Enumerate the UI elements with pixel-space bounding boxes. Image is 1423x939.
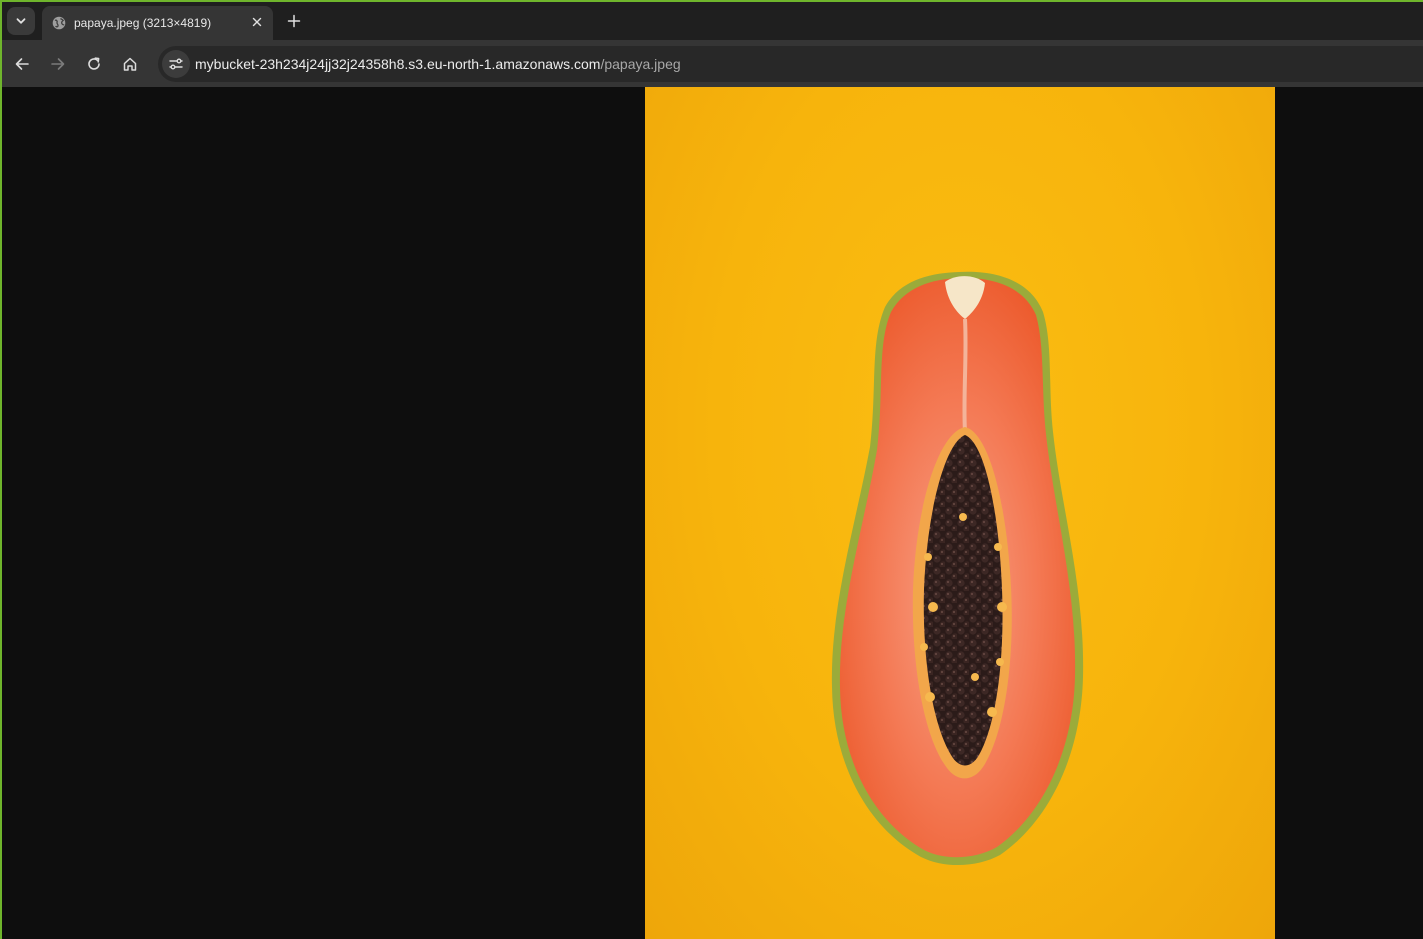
papaya-image bbox=[645, 87, 1275, 939]
forward-button[interactable] bbox=[46, 52, 70, 76]
papaya-fiber bbox=[962, 318, 968, 433]
tab-active[interactable]: papaya.jpeg (3213×4819) bbox=[42, 6, 273, 40]
tab-strip: papaya.jpeg (3213×4819) bbox=[2, 2, 1423, 40]
chevron-down-icon bbox=[16, 18, 26, 24]
url-text: mybucket-23h234j24jj32j24358h8.s3.eu-nor… bbox=[195, 56, 681, 72]
home-button[interactable] bbox=[118, 52, 142, 76]
toolbar: mybucket-23h234j24jj32j24358h8.s3.eu-nor… bbox=[2, 40, 1423, 88]
globe-icon bbox=[52, 16, 66, 30]
tune-icon bbox=[169, 58, 183, 70]
tab-title: papaya.jpeg (3213×4819) bbox=[74, 16, 212, 30]
url-path: /papaya.jpeg bbox=[600, 56, 681, 72]
plus-icon bbox=[287, 14, 301, 28]
reload-button[interactable] bbox=[82, 52, 106, 76]
new-tab-button[interactable] bbox=[283, 10, 305, 32]
browser-window: papaya.jpeg (3213×4819) mybucket-23h234j… bbox=[0, 0, 1423, 939]
arrow-left-icon bbox=[15, 58, 29, 70]
back-button[interactable] bbox=[10, 52, 34, 76]
home-icon bbox=[123, 57, 137, 71]
close-icon bbox=[252, 17, 262, 27]
tab-search-button[interactable] bbox=[7, 7, 35, 35]
tab-close-button[interactable] bbox=[249, 14, 265, 30]
reload-icon bbox=[88, 57, 100, 70]
url-host: mybucket-23h234j24jj32j24358h8.s3.eu-nor… bbox=[195, 56, 601, 72]
papaya-illustration bbox=[831, 271, 1084, 866]
address-bar[interactable]: mybucket-23h234j24jj32j24358h8.s3.eu-nor… bbox=[158, 46, 1423, 82]
page-viewport bbox=[2, 87, 1423, 939]
arrow-right-icon bbox=[51, 58, 65, 70]
site-info-button[interactable] bbox=[162, 50, 190, 78]
